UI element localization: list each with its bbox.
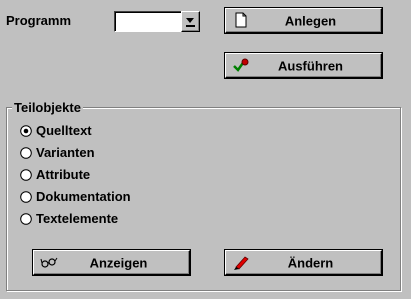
anzeigen-label: Anzeigen bbox=[89, 255, 148, 270]
radio-label-quelltext: Quelltext bbox=[36, 123, 92, 138]
aendern-label: Ändern bbox=[287, 255, 334, 270]
radio-label-dokumentation: Dokumentation bbox=[36, 189, 131, 204]
teilobjekte-title: Teilobjekte bbox=[12, 100, 83, 115]
program-combobox[interactable] bbox=[114, 11, 200, 32]
ausfuehren-label: Ausführen bbox=[278, 58, 343, 73]
radio-label-textelemente: Textelemente bbox=[36, 211, 119, 226]
program-label: Programm bbox=[6, 13, 72, 28]
ausfuehren-button[interactable]: Ausführen bbox=[225, 53, 382, 78]
radio-dokumentation[interactable]: Dokumentation bbox=[20, 189, 160, 205]
program-dropdown-button[interactable] bbox=[181, 11, 200, 32]
radio-unselected-icon bbox=[20, 213, 32, 225]
radio-label-varianten: Varianten bbox=[36, 145, 95, 160]
anzeigen-button[interactable]: Anzeigen bbox=[33, 250, 190, 275]
anlegen-button[interactable]: Anlegen bbox=[225, 8, 382, 33]
radio-attribute[interactable]: Attribute bbox=[20, 167, 140, 183]
radio-unselected-icon bbox=[20, 169, 32, 181]
radio-varianten[interactable]: Varianten bbox=[20, 145, 140, 161]
radio-label-attribute: Attribute bbox=[36, 167, 91, 182]
aendern-button[interactable]: Ändern bbox=[225, 250, 382, 275]
radio-quelltext[interactable]: Quelltext bbox=[20, 123, 140, 139]
anlegen-label: Anlegen bbox=[284, 13, 337, 28]
program-input[interactable] bbox=[114, 11, 182, 32]
dropdown-arrow-icon bbox=[186, 18, 195, 27]
radio-selected-icon bbox=[20, 125, 32, 137]
radio-unselected-icon bbox=[20, 191, 32, 203]
radio-textelemente[interactable]: Textelemente bbox=[20, 211, 160, 227]
radio-unselected-icon bbox=[20, 147, 32, 159]
